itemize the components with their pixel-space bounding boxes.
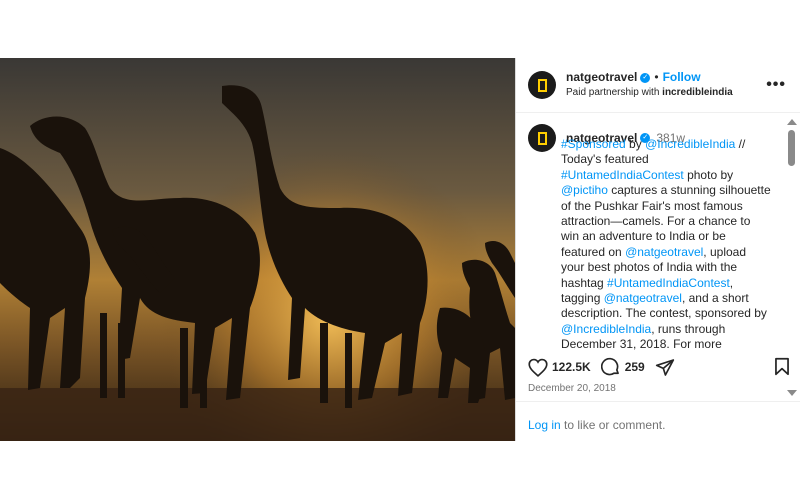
header-text: natgeotravel ✓ • Follow Paid partnership… — [566, 70, 733, 100]
share-button[interactable] — [655, 358, 675, 377]
post-date[interactable]: December 20, 2018 — [528, 383, 616, 394]
caption-text-segment: by — [625, 137, 646, 151]
verified-badge-icon: ✓ — [640, 72, 651, 83]
scroll-down-arrow-icon[interactable] — [787, 390, 797, 396]
comment-icon — [600, 357, 619, 376]
header-username[interactable]: natgeotravel — [566, 70, 637, 85]
caption-link[interactable]: @natgeotravel — [625, 245, 703, 259]
more-options-icon[interactable]: ••• — [766, 76, 786, 94]
login-link[interactable]: Log in — [528, 418, 561, 432]
separator-dot: • — [654, 70, 659, 84]
caption-link[interactable]: @IncredibleIndia — [561, 322, 651, 336]
caption-avatar[interactable] — [528, 124, 556, 152]
post-side-panel: natgeotravel ✓ • Follow Paid partnership… — [515, 58, 800, 441]
post-photo[interactable] — [0, 58, 515, 441]
comment-count: 259 — [624, 360, 645, 374]
comment-button[interactable]: 259 — [600, 357, 645, 377]
caption-link[interactable]: #Sponsored — [561, 137, 626, 151]
caption-link[interactable]: @natgeotravel — [604, 291, 682, 305]
caption-text: #Sponsored by @IncredibleIndia // Today'… — [561, 137, 771, 353]
caption: natgeotravel ✓ 381w #Sponsored by @Incre… — [528, 124, 771, 351]
caption-link[interactable]: #UntamedIndiaContest — [607, 276, 730, 290]
login-prompt-text: to like or comment. — [560, 418, 666, 432]
follow-button[interactable]: Follow — [663, 70, 701, 85]
login-prompt: Log in to like or comment. — [516, 401, 800, 441]
natgeo-logo-icon — [537, 78, 547, 92]
like-button[interactable]: 122.5K — [528, 358, 591, 377]
partner-link[interactable]: incredibleindia — [662, 87, 733, 98]
caption-text-segment: photo by — [683, 167, 734, 182]
share-icon — [655, 358, 674, 376]
partnership-label: Paid partnership with incredibleindia — [566, 85, 733, 100]
avatar[interactable] — [528, 71, 556, 99]
partnership-prefix: Paid partnership with — [566, 87, 663, 98]
action-bar: 122.5K 259 — [528, 355, 790, 379]
heart-icon — [528, 358, 548, 377]
scroll-up-arrow-icon[interactable] — [787, 119, 797, 125]
caption-link[interactable]: @IncredibleIndia — [645, 137, 735, 151]
caption-link[interactable]: @pictiho — [561, 183, 608, 197]
post-header: natgeotravel ✓ • Follow Paid partnership… — [516, 58, 800, 113]
like-count: 122.5K — [552, 360, 591, 374]
camel-silhouette-image — [0, 58, 515, 441]
caption-link[interactable]: #UntamedIndiaContest — [561, 168, 684, 182]
bookmark-icon — [775, 357, 789, 376]
instagram-post: natgeotravel ✓ • Follow Paid partnership… — [0, 58, 800, 441]
scrollbar-thumb[interactable] — [788, 130, 795, 166]
save-button[interactable] — [774, 357, 790, 376]
natgeo-logo-icon — [537, 131, 547, 145]
